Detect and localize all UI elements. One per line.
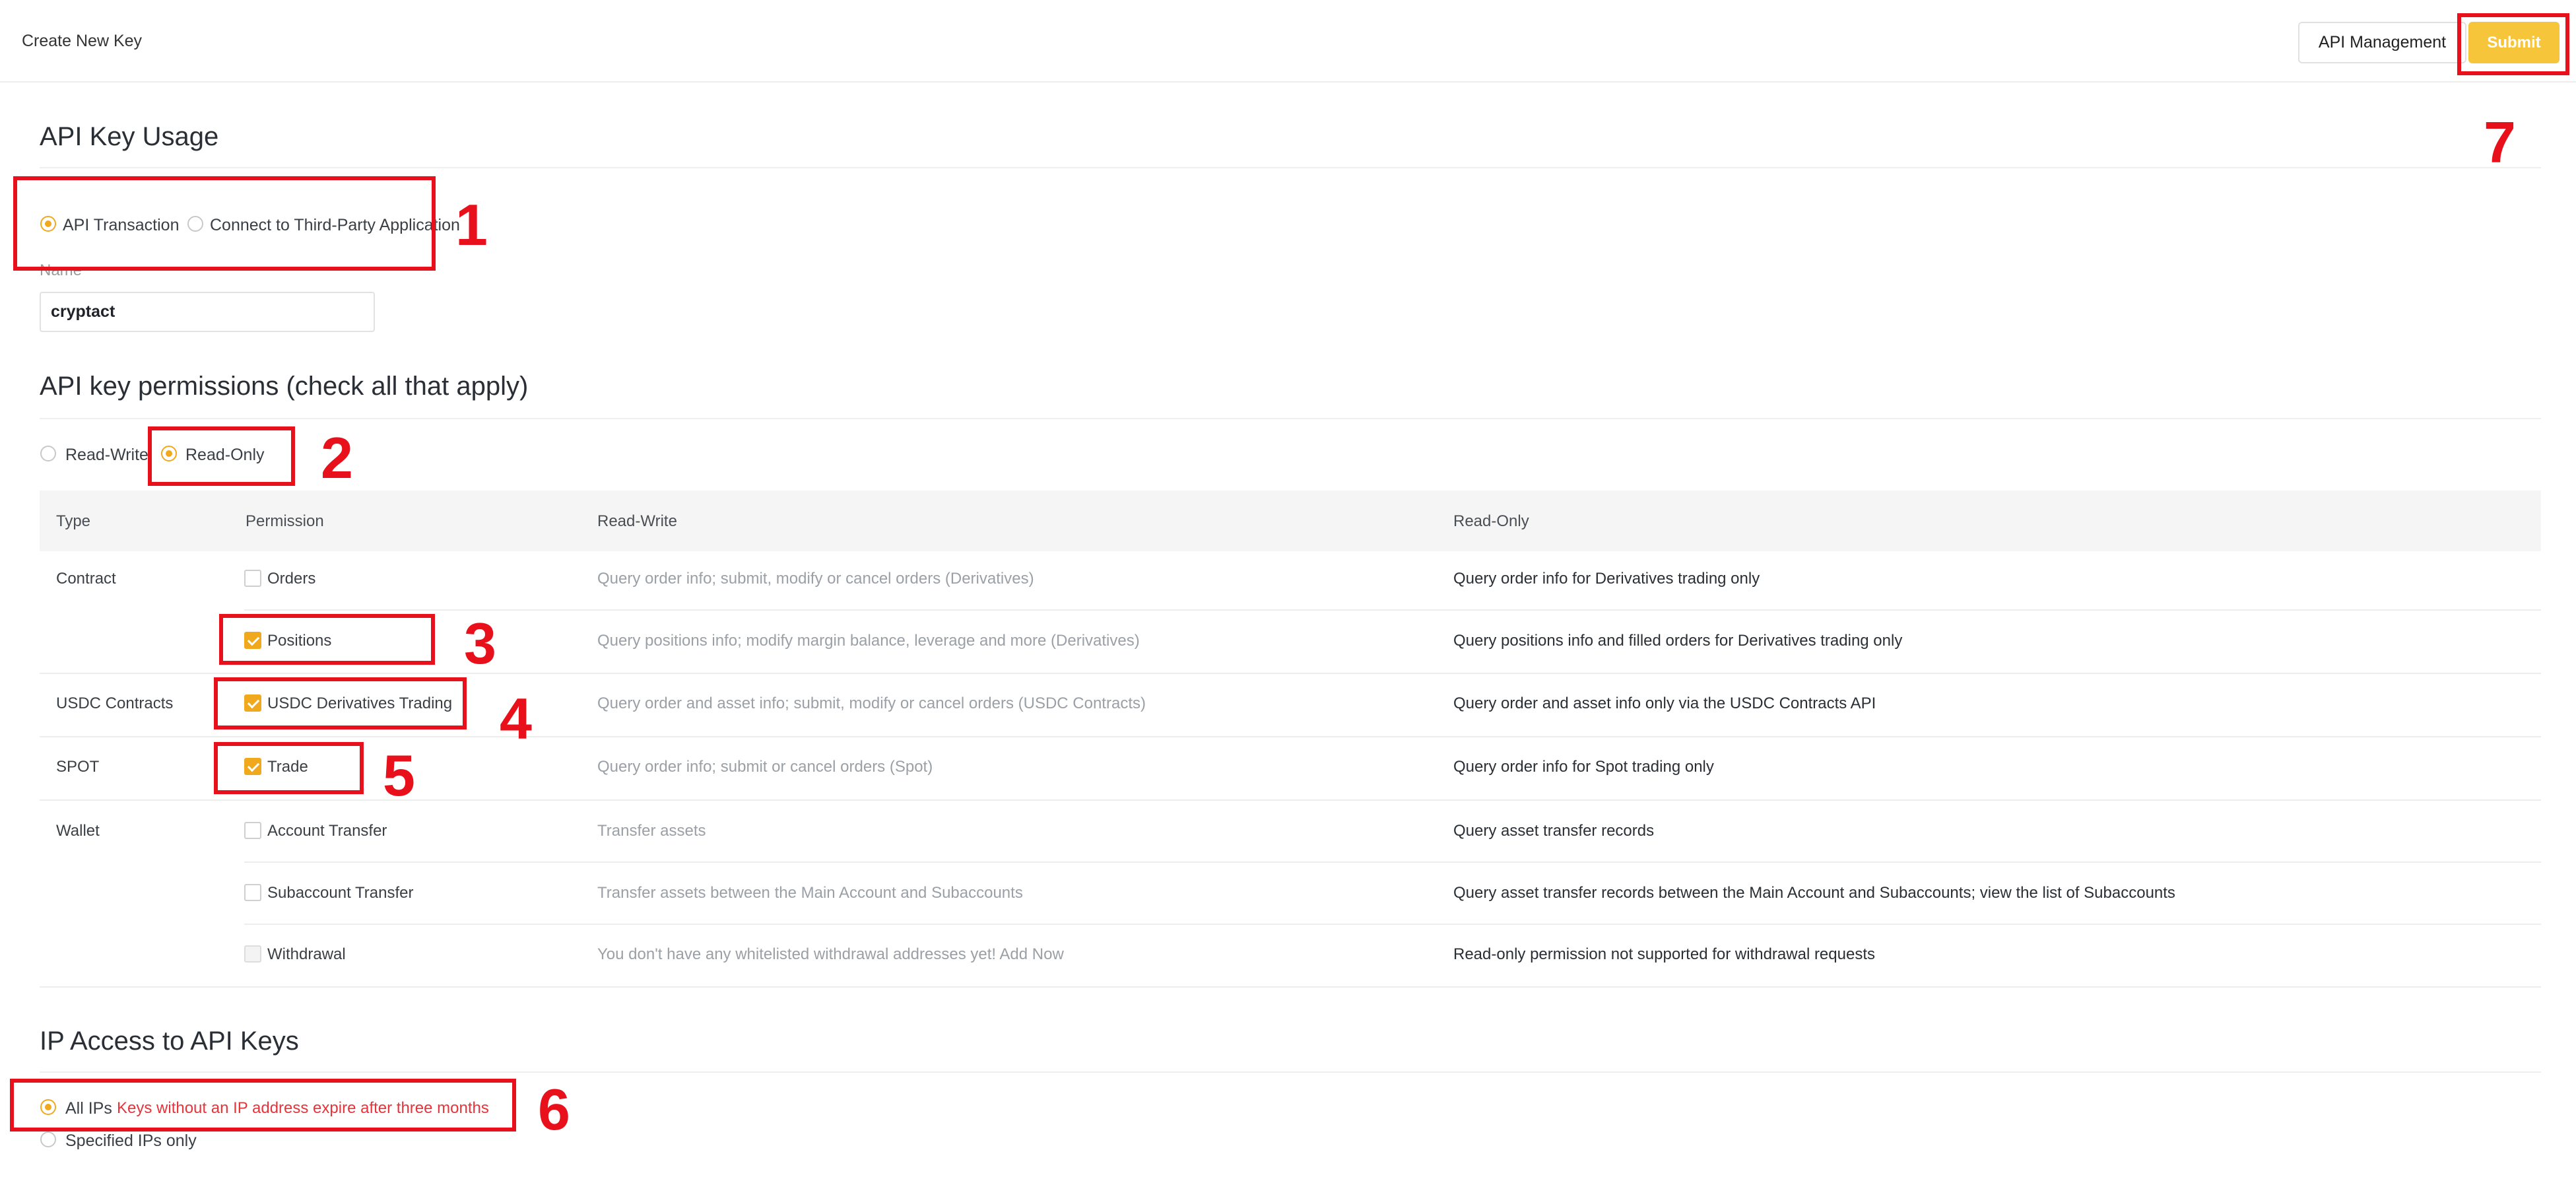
row-type: Contract <box>56 570 116 588</box>
row-read-write: Query positions info; modify margin bala… <box>597 632 1140 650</box>
api-management-button[interactable]: API Management <box>2298 22 2466 63</box>
permissions-section-title: API key permissions (check all that appl… <box>40 372 529 401</box>
annotation-box-3 <box>219 614 435 665</box>
subaccount-transfer-checkbox[interactable] <box>244 884 261 901</box>
row-read-only: Query asset transfer records <box>1453 822 1655 840</box>
annotation-number-7: 7 <box>2484 110 2516 175</box>
withdrawal-checkbox[interactable] <box>244 945 261 963</box>
row-read-only: Query order and asset info only via the … <box>1453 694 1876 712</box>
usage-divider <box>40 167 2541 168</box>
row-type: Wallet <box>56 822 100 840</box>
orders-label[interactable]: Orders <box>267 570 315 588</box>
annotation-box-4 <box>214 677 467 729</box>
row-read-write: Transfer assets <box>597 822 706 840</box>
row-read-only: Query order info for Spot trading only <box>1453 758 1714 776</box>
annotation-box-2 <box>148 426 295 486</box>
row-read-write: Query order info; submit, modify or canc… <box>597 570 1034 588</box>
read-write-radio[interactable] <box>40 446 56 461</box>
annotation-number-1: 1 <box>455 192 488 257</box>
permissions-divider <box>40 418 2541 419</box>
ip-access-divider <box>40 1071 2541 1073</box>
column-header-type: Type <box>56 512 91 530</box>
annotation-number-4: 4 <box>500 686 532 751</box>
annotation-number-6: 6 <box>538 1077 570 1142</box>
row-read-only: Query asset transfer records between the… <box>1453 884 2175 902</box>
column-header-permission: Permission <box>246 512 324 530</box>
orders-checkbox[interactable] <box>244 570 261 587</box>
name-input[interactable] <box>40 292 375 332</box>
annotation-box-5 <box>214 742 364 794</box>
withdrawal-label[interactable]: Withdrawal <box>267 945 346 964</box>
ip-access-section-title: IP Access to API Keys <box>40 1027 299 1056</box>
row-read-write: Transfer assets between the Main Account… <box>597 884 1023 902</box>
annotation-number-3: 3 <box>464 611 496 676</box>
top-bar: Create New Key API Management Submit <box>0 0 2576 83</box>
row-divider <box>40 673 2541 674</box>
row-read-only: Read-only permission not supported for w… <box>1453 945 1875 963</box>
row-read-only: Query positions info and filled orders f… <box>1453 632 1903 650</box>
account-transfer-checkbox[interactable] <box>244 822 261 839</box>
row-divider <box>40 986 2541 988</box>
row-type: USDC Contracts <box>56 694 174 712</box>
row-type: SPOT <box>56 758 100 776</box>
usage-section-title: API Key Usage <box>40 122 219 151</box>
table-header: Type Permission Read-Write Read-Only <box>40 490 2541 551</box>
account-transfer-label[interactable]: Account Transfer <box>267 822 387 840</box>
read-write-label[interactable]: Read-Write <box>65 446 149 465</box>
row-divider <box>244 924 2541 925</box>
row-divider <box>244 862 2541 863</box>
annotation-box-1 <box>13 176 436 271</box>
row-read-write: Query order and asset info; submit, modi… <box>597 694 1146 712</box>
column-header-read-write: Read-Write <box>597 512 677 530</box>
specified-ips-label[interactable]: Specified IPs only <box>65 1132 197 1151</box>
annotation-box-7 <box>2457 13 2569 75</box>
annotation-box-6 <box>10 1079 516 1132</box>
column-header-read-only: Read-Only <box>1453 512 1529 530</box>
row-divider <box>244 609 2541 611</box>
annotation-number-5: 5 <box>383 743 415 808</box>
subaccount-transfer-label[interactable]: Subaccount Transfer <box>267 884 413 902</box>
page-title: Create New Key <box>22 32 143 50</box>
annotation-number-2: 2 <box>321 425 353 490</box>
row-divider <box>40 736 2541 737</box>
withdrawal-read-write[interactable]: You don't have any whitelisted withdrawa… <box>597 945 1064 964</box>
specified-ips-radio[interactable] <box>40 1132 56 1147</box>
row-read-write: Query order info; submit or cancel order… <box>597 758 933 776</box>
row-read-only: Query order info for Derivatives trading… <box>1453 570 1760 588</box>
